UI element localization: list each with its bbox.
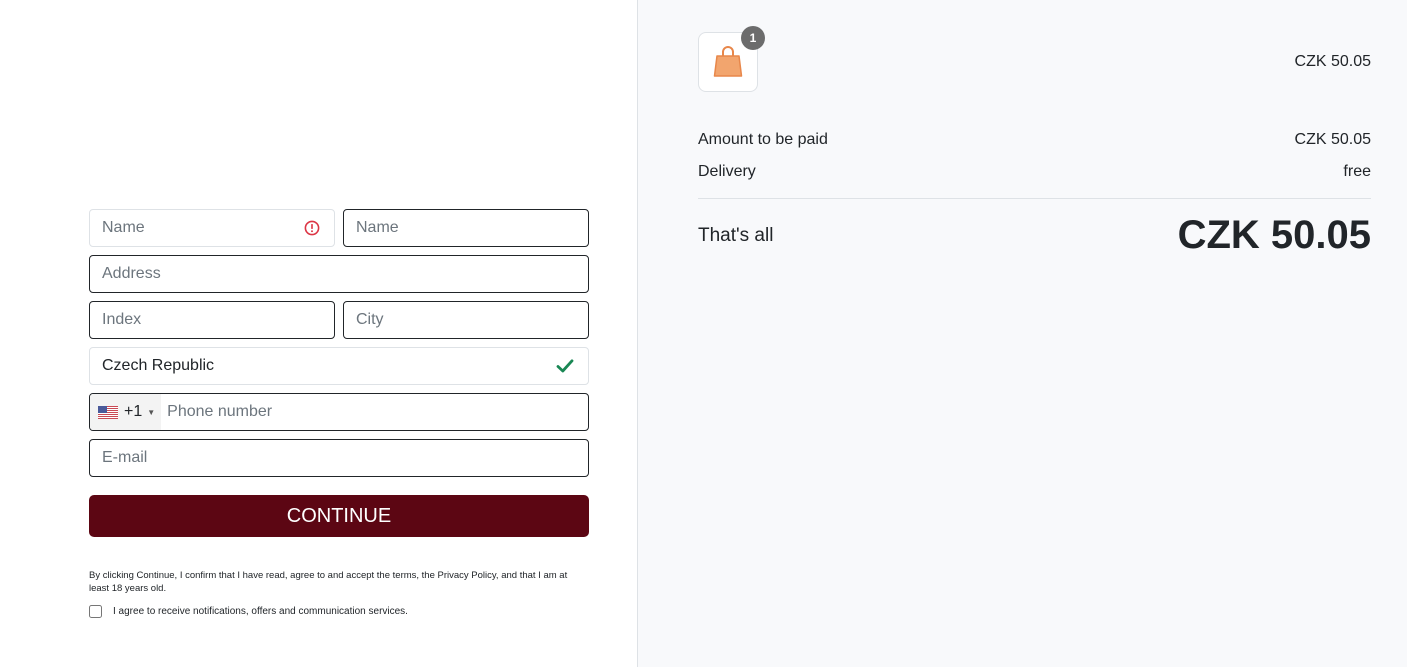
phone-input[interactable] xyxy=(161,394,588,430)
summary-row-label: Delivery xyxy=(698,163,756,180)
phone-row: +1 ▼ xyxy=(89,393,589,431)
first-name-field[interactable] xyxy=(89,209,335,247)
summary-row-delivery: Delivery free xyxy=(698,162,1371,182)
index-input[interactable] xyxy=(90,302,334,338)
summary-row-value: free xyxy=(1343,163,1371,180)
index-city-row xyxy=(89,301,589,339)
us-flag-icon xyxy=(98,405,118,419)
address-field[interactable] xyxy=(89,255,589,293)
country-code-selector[interactable]: +1 ▼ xyxy=(90,394,162,430)
item-price: CZK 50.05 xyxy=(1294,53,1371,70)
address-input[interactable] xyxy=(90,256,588,292)
summary-separator xyxy=(698,198,1371,199)
phone-field[interactable]: +1 ▼ xyxy=(89,393,589,431)
city-input[interactable] xyxy=(344,302,588,338)
country-row: Czech Republic xyxy=(89,347,589,385)
consent-checkbox[interactable] xyxy=(89,605,102,618)
checkmark-icon xyxy=(556,358,574,374)
total-value: CZK 50.05 xyxy=(1177,213,1371,257)
last-name-input[interactable] xyxy=(344,210,588,246)
last-name-field[interactable] xyxy=(343,209,589,247)
email-field[interactable] xyxy=(89,439,589,477)
country-value: Czech Republic xyxy=(102,357,215,374)
country-select[interactable]: Czech Republic xyxy=(89,347,589,385)
order-summary-pane: 1 CZK 50.05 Amount to be paid CZK 50.05 … xyxy=(638,0,1407,667)
dial-code: +1 xyxy=(124,403,143,420)
total-row: That's all CZK 50.05 xyxy=(698,213,1371,258)
summary-row-value: CZK 50.05 xyxy=(1294,131,1371,148)
first-name-input[interactable] xyxy=(90,210,334,246)
caret-down-icon: ▼ xyxy=(147,407,156,417)
email-input[interactable] xyxy=(90,440,588,476)
order-totals: Amount to be paid CZK 50.05 Delivery fre… xyxy=(698,130,1371,258)
email-row xyxy=(89,439,589,477)
total-label: That's all xyxy=(698,224,774,246)
summary-row-label: Amount to be paid xyxy=(698,131,828,148)
continue-button[interactable]: CONTINUE xyxy=(89,495,589,537)
legal-notice: By clicking Continue, I confirm that I h… xyxy=(89,570,568,594)
error-icon xyxy=(304,220,320,236)
checkout-form-pane: Czech Republic xyxy=(0,0,637,667)
consent-option[interactable]: I agree to receive notifications, offers… xyxy=(89,605,589,618)
consent-label: I agree to receive notifications, offers… xyxy=(113,606,408,617)
quantity-badge: 1 xyxy=(741,26,765,50)
name-row xyxy=(89,209,589,247)
shipping-form: Czech Republic xyxy=(89,209,589,618)
index-field[interactable] xyxy=(89,301,335,339)
address-row xyxy=(89,255,589,293)
city-field[interactable] xyxy=(343,301,589,339)
shopping-bag-icon xyxy=(713,46,743,77)
summary-row-amount: Amount to be paid CZK 50.05 xyxy=(698,130,1371,150)
